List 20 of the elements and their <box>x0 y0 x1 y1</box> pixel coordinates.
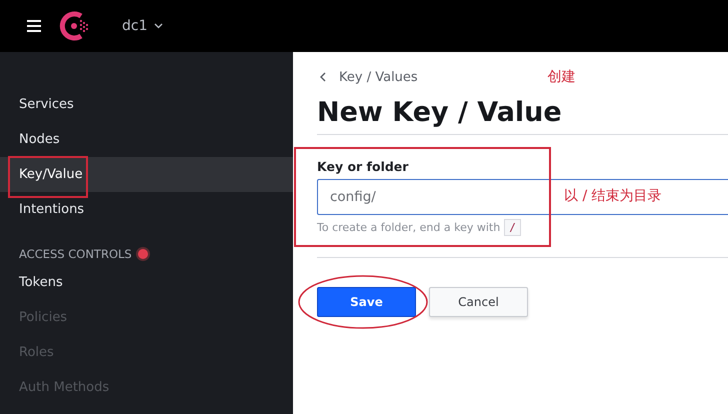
sidebar-item[interactable]: Tokens <box>0 265 293 300</box>
breadcrumb-link[interactable]: Key / Values <box>339 70 418 84</box>
sidebar-item[interactable]: Key/Value <box>0 157 293 192</box>
logo-icon[interactable] <box>59 10 91 42</box>
back-chevron-icon[interactable] <box>320 72 326 82</box>
datacenter-dropdown[interactable]: dc1 <box>122 18 162 34</box>
cancel-button[interactable]: Cancel <box>429 287 528 317</box>
page-title: New Key / Value <box>317 97 728 135</box>
sidebar-item[interactable]: Intentions <box>0 192 293 227</box>
code-text: / <box>504 219 521 236</box>
hint-text: To create a folder, end a key with <box>317 221 500 234</box>
caret-icon <box>154 23 162 29</box>
annotation-text: 以 / 结束为目录 <box>564 187 662 205</box>
field-label: Key or folder <box>317 159 410 174</box>
annotation-text: 创建 <box>548 68 576 86</box>
section-heading: ACCESS CONTROLS <box>19 247 132 261</box>
save-button[interactable]: Save <box>317 287 416 317</box>
sidebar-item[interactable]: Services <box>0 87 293 122</box>
menu-icon[interactable] <box>27 20 41 32</box>
sidebar-item[interactable]: Nodes <box>0 122 293 157</box>
